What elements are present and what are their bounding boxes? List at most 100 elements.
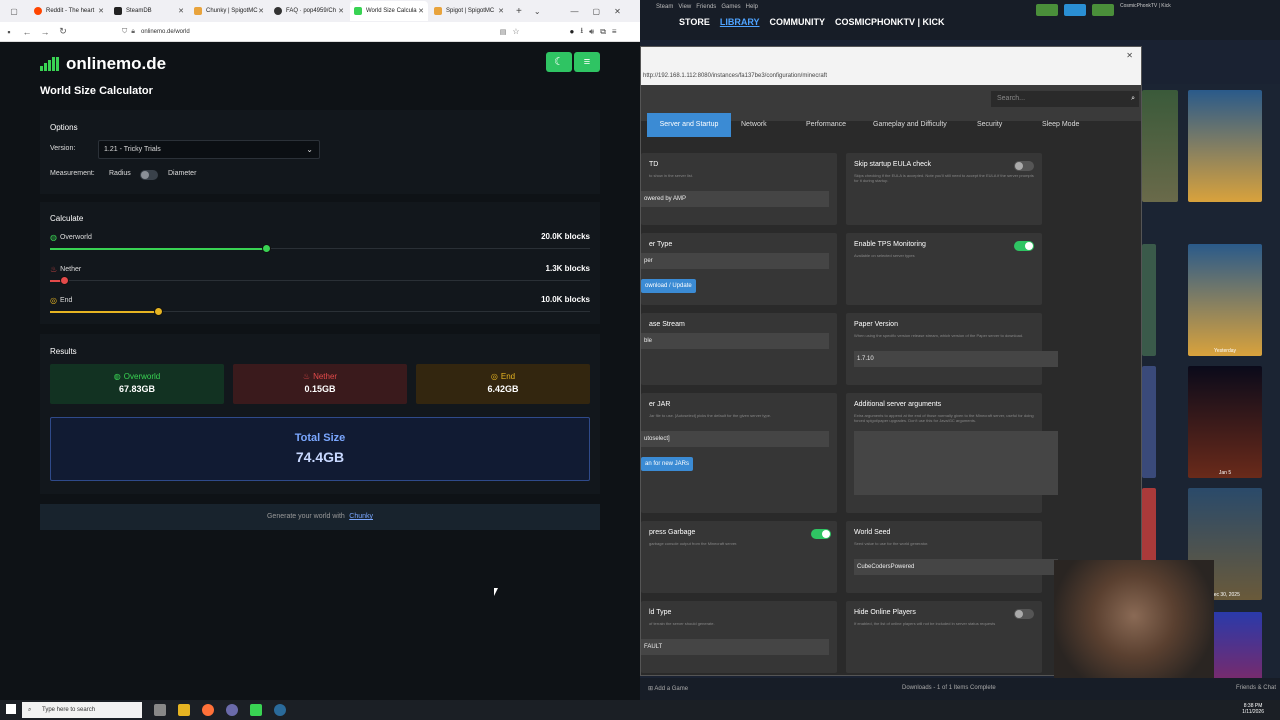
broadcast-button[interactable] <box>1064 4 1086 16</box>
game-capsule[interactable] <box>1188 90 1262 202</box>
back-icon[interactable]: ← <box>18 27 36 37</box>
minimize-icon[interactable]: — <box>571 7 579 16</box>
firefox-icon[interactable] <box>202 704 214 716</box>
theme-toggle-button[interactable]: ☾ <box>546 52 572 72</box>
amp-tab-server-startup[interactable]: Server and Startup <box>647 113 731 137</box>
notifications-button[interactable] <box>1092 4 1114 16</box>
eula-toggle[interactable] <box>1014 161 1034 171</box>
bookmark-star-icon[interactable]: ☆ <box>512 27 519 36</box>
release-stream-select[interactable]: ble <box>641 333 829 349</box>
level-type-select[interactable]: FAULT <box>641 639 829 655</box>
server-jar-select[interactable]: utoselect] <box>641 431 829 447</box>
tab-list-icon[interactable]: ▢ <box>0 7 28 16</box>
motd-input[interactable]: owered by AMP <box>641 191 829 207</box>
maximize-icon[interactable]: ▢ <box>593 7 601 16</box>
scan-jars-button[interactable]: an for new JARs <box>641 457 694 471</box>
reload-icon[interactable]: ↻ <box>54 26 72 37</box>
end-icon: ◎ <box>490 372 498 381</box>
slider-fill <box>50 311 158 313</box>
world-seed-input[interactable]: CubeCodersPowered <box>854 559 1058 575</box>
minecraft-icon[interactable] <box>250 704 262 716</box>
slider-thumb[interactable] <box>59 276 69 285</box>
browser-tab[interactable]: Reddit - The heart ✕ <box>30 1 108 21</box>
close-icon[interactable]: ✕ <box>498 7 504 15</box>
options-panel: Options Version: 1.21 - Tricky Trials ⌄ … <box>40 110 600 194</box>
overworld-slider[interactable] <box>50 244 590 253</box>
browser-tab[interactable]: Chunky | SpigotMC ✕ <box>190 1 268 21</box>
clock[interactable]: 8:38 PM 1/11/2026 <box>1242 703 1264 715</box>
github-icon <box>274 7 282 15</box>
add-game-button[interactable]: ⊞ Add a Game <box>648 685 688 692</box>
mouse-cursor <box>494 588 498 596</box>
browser-tab[interactable]: SteamDB ✕ <box>110 1 188 21</box>
browser-tab[interactable]: FAQ · pop4959/Ch ✕ <box>270 1 348 21</box>
obs-icon[interactable] <box>226 704 238 716</box>
taskbar-search-input[interactable]: ⌕ Type here to search <box>22 702 142 718</box>
suppress-garbage-toggle[interactable] <box>811 529 831 539</box>
amp-tab-network[interactable]: Network <box>741 121 767 128</box>
amp-search[interactable]: Search... ⌕ <box>991 91 1139 107</box>
sidebar-icon[interactable]: ▪ <box>0 27 18 37</box>
friends-chat-button[interactable]: Friends & Chat <box>1236 685 1276 691</box>
forward-icon[interactable]: → <box>36 27 54 37</box>
close-icon[interactable]: ✕ <box>338 7 344 15</box>
end-slider[interactable] <box>50 307 590 316</box>
slider-thumb[interactable] <box>262 244 271 253</box>
steam-bottom-bar: ⊞ Add a Game Downloads - 1 of 1 Items Co… <box>640 678 1280 700</box>
extension-icon[interactable]: ● <box>569 27 574 36</box>
menu-icon[interactable]: ≡ <box>612 27 617 36</box>
chunky-link[interactable]: Chunky <box>349 513 373 520</box>
browser-tab[interactable]: Spigot | SpigotMC ✕ <box>430 1 508 21</box>
tps-toggle[interactable] <box>1014 241 1034 251</box>
close-icon[interactable]: ✕ <box>1126 51 1133 60</box>
amp-tab-sleep-mode[interactable]: Sleep Mode <box>1042 121 1079 128</box>
shield-icon[interactable]: ⛉ <box>122 28 127 36</box>
footer-text: Generate your world with <box>266 513 345 520</box>
game-capsule[interactable] <box>1142 90 1178 202</box>
close-window-icon[interactable]: ✕ <box>614 7 621 16</box>
site-logo[interactable]: onlinemo.de <box>40 54 166 74</box>
url-bar: ▪ ← → ↻ ⛉ 🔒︎ onlinemo.de/world ▤ ☆ ● ⭳ 🔊… <box>0 22 640 42</box>
version-select[interactable]: 1.21 - Tricky Trials ⌄ <box>98 140 320 159</box>
speaker-icon[interactable]: 🔊︎ <box>589 27 594 37</box>
amp-address[interactable]: http://192.168.1.112:8080/instances/fa13… <box>643 73 827 79</box>
amp-tab-gameplay[interactable]: Gameplay and Difficulty <box>873 121 947 128</box>
reader-icon[interactable]: ▤ <box>500 28 507 36</box>
extensions-icon[interactable]: ⧉ <box>600 27 606 37</box>
friends-button[interactable] <box>1036 4 1058 16</box>
windows-start-icon[interactable] <box>6 704 16 714</box>
user-menu[interactable]: CosmicPhonkTV | Kick <box>1120 3 1171 9</box>
new-tab-icon[interactable]: + <box>516 6 522 17</box>
total-size-value: 74.4GB <box>295 449 345 465</box>
task-view-icon[interactable] <box>154 704 166 716</box>
download-icon[interactable]: ⭳ <box>580 25 583 39</box>
additional-args-textarea[interactable] <box>854 431 1058 495</box>
game-capsule[interactable]: Yesterday <box>1188 244 1262 356</box>
server-type-select[interactable]: per <box>641 253 829 269</box>
file-explorer-icon[interactable] <box>178 704 190 716</box>
browser-tab-active[interactable]: World Size Calcula ✕ <box>350 1 428 21</box>
amp-tab-performance[interactable]: Performance <box>806 121 846 128</box>
menu-button[interactable]: ≡ <box>574 52 600 72</box>
nether-slider[interactable] <box>50 276 590 285</box>
game-capsule[interactable] <box>1142 366 1156 478</box>
address-input[interactable]: onlinemo.de/world <box>141 29 190 35</box>
amp-tab-security[interactable]: Security <box>977 121 1002 128</box>
setting-card: ase Stream ble <box>641 313 837 385</box>
steam-icon[interactable] <box>274 704 286 716</box>
downloads-status[interactable]: Downloads - 1 of 1 Items Complete <box>902 685 996 691</box>
hide-players-toggle[interactable] <box>1014 609 1034 619</box>
setting-card: Additional server arguments Extra argume… <box>846 393 1058 513</box>
globe-icon: ◍ <box>50 233 57 242</box>
download-update-button[interactable]: ownload / Update <box>641 279 696 293</box>
slider-thumb[interactable] <box>154 307 163 316</box>
game-capsule[interactable] <box>1142 244 1156 356</box>
close-icon[interactable]: ✕ <box>178 7 184 15</box>
measurement-toggle[interactable] <box>140 170 158 180</box>
close-icon[interactable]: ✕ <box>418 7 424 15</box>
close-icon[interactable]: ✕ <box>258 7 264 15</box>
paper-version-select[interactable]: 1.7.10 <box>854 351 1058 367</box>
chevron-down-icon[interactable]: ⌄ <box>534 7 541 16</box>
game-capsule[interactable]: Jan 5 <box>1188 366 1262 478</box>
close-icon[interactable]: ✕ <box>98 7 104 15</box>
